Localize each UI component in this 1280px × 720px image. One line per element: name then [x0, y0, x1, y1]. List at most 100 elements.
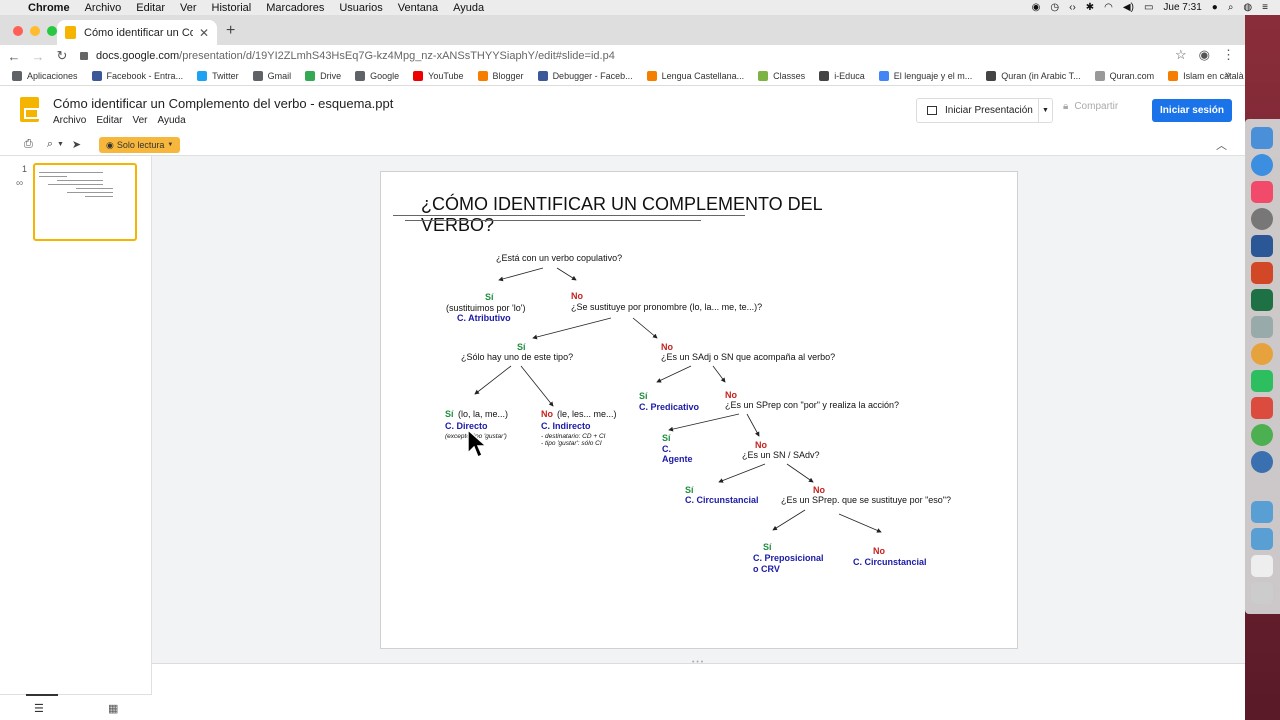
notification-center-icon[interactable]: ≡ — [1262, 2, 1268, 13]
bookmarks-overflow-icon[interactable]: » — [1225, 69, 1231, 81]
doc-menu-archivo[interactable]: Archivo — [53, 115, 86, 126]
document-title[interactable]: Cómo identificar un Complemento del verb… — [53, 96, 393, 111]
photos-icon[interactable] — [1251, 343, 1273, 365]
maximize-window-button[interactable] — [47, 26, 57, 36]
address-bar[interactable]: docs.google.com/presentation/d/19YI2ZLmh… — [80, 46, 1200, 66]
menu-editar[interactable]: Editar — [136, 2, 165, 14]
read-only-badge[interactable]: ◉ Solo lectura ▼ — [99, 137, 181, 153]
evernote-icon[interactable] — [1251, 370, 1273, 392]
bookmark-item[interactable]: Islam en català — [1168, 71, 1244, 81]
bookmark-item[interactable]: Facebook - Entra... — [91, 71, 184, 81]
preview-icon[interactable] — [1251, 316, 1273, 338]
bookmark-item[interactable]: Drive — [305, 71, 341, 81]
more-menu-icon[interactable]: ⋮ — [1222, 47, 1235, 63]
bookmark-item[interactable]: Classes — [758, 71, 805, 81]
macos-menu-bar: Chrome Archivo Editar Ver Historial Marc… — [0, 0, 1280, 15]
bookmark-item[interactable]: Quran (in Arabic T... — [986, 71, 1081, 81]
quicktime-icon[interactable] — [1251, 451, 1273, 473]
document-menu: Archivo Editar Ver Ayuda — [53, 115, 186, 126]
clock[interactable]: Jue 7:31 — [1163, 2, 1201, 13]
minimize-window-button[interactable] — [30, 26, 40, 36]
profile-icon[interactable]: ◉ — [1199, 47, 1210, 63]
slides-logo-icon[interactable] — [20, 97, 39, 122]
code-icon[interactable]: ‹› — [1069, 2, 1076, 13]
reload-icon[interactable]: ↻ — [52, 48, 72, 64]
zoom-dropdown-icon[interactable]: ▼ — [57, 141, 64, 148]
slide-thumbnail[interactable] — [33, 163, 137, 241]
menu-ventana[interactable]: Ventana — [398, 2, 438, 14]
arrow — [474, 365, 512, 395]
bookmark-label: Facebook - Entra... — [106, 71, 184, 81]
excel-icon[interactable] — [1251, 289, 1273, 311]
grid-view-icon[interactable]: ▦ — [108, 702, 118, 715]
wifi-icon[interactable]: ◠ — [1104, 2, 1113, 13]
bookmark-item[interactable]: YouTube — [413, 71, 464, 81]
record-icon[interactable]: ◉ — [1032, 2, 1041, 13]
applications-folder-icon[interactable] — [1251, 501, 1273, 523]
filmstrip-view-icon[interactable]: ☰ — [26, 694, 58, 715]
bluetooth-icon[interactable]: ✱ — [1086, 2, 1094, 13]
finder-icon[interactable] — [1251, 127, 1273, 149]
volume-icon[interactable]: ◀) — [1123, 2, 1134, 13]
bookmark-item[interactable]: Lengua Castellana... — [646, 71, 744, 81]
browser-tab[interactable]: Cómo identificar un Compleme ✕ — [57, 20, 217, 45]
doc-menu-editar[interactable]: Editar — [96, 115, 122, 126]
close-window-button[interactable] — [13, 26, 23, 36]
bookmark-item[interactable]: Google — [355, 71, 399, 81]
zoom-icon[interactable]: ⌕ — [47, 138, 53, 151]
bookmark-item[interactable]: Aplicaciones — [12, 71, 78, 81]
collapse-icon[interactable]: ︿ — [1216, 137, 1227, 153]
select-cursor-icon[interactable]: ➤ — [72, 138, 81, 151]
bookmark-favicon-icon — [413, 71, 424, 81]
menu-archivo[interactable]: Archivo — [85, 2, 122, 14]
bookmark-item[interactable]: Quran.com — [1094, 71, 1154, 81]
print-icon[interactable]: ⎙ — [24, 138, 33, 151]
menu-ver[interactable]: Ver — [180, 2, 197, 14]
bookmark-item[interactable]: Gmail — [252, 71, 291, 81]
music-icon[interactable] — [1251, 181, 1273, 203]
bookmark-item[interactable]: Twitter — [197, 71, 239, 81]
share-button[interactable]: 🔒︎ Compartir — [1063, 101, 1118, 112]
resize-grip-icon[interactable]: • • • — [692, 659, 703, 666]
answer-si: Sí — [517, 342, 526, 352]
bookmark-label: Quran (in Arabic T... — [1001, 71, 1081, 81]
spotlight-icon[interactable]: ⌕ — [1228, 2, 1234, 13]
slide[interactable]: ¿CÓMO IDENTIFICAR UN COMPLEMENTO DEL VER… — [380, 171, 1018, 649]
sign-in-button[interactable]: Iniciar sesión — [1152, 99, 1232, 122]
present-dropdown-icon[interactable]: ▼ — [1038, 99, 1052, 122]
time-machine-icon[interactable]: ◷ — [1050, 2, 1059, 13]
menu-usuarios[interactable]: Usuarios — [339, 2, 382, 14]
tab-close-icon[interactable]: ✕ — [199, 26, 209, 40]
lock-icon[interactable] — [80, 52, 88, 60]
bookmark-item[interactable]: Blogger — [477, 71, 524, 81]
safari-icon[interactable] — [1251, 154, 1273, 176]
bookmark-favicon-icon — [305, 71, 316, 81]
menu-historial[interactable]: Historial — [212, 2, 252, 14]
word-icon[interactable] — [1251, 235, 1273, 257]
menu-app-name[interactable]: Chrome — [28, 2, 70, 14]
siri-icon[interactable]: ◍ — [1243, 2, 1252, 13]
bookmark-item[interactable]: i-Educa — [819, 71, 865, 81]
trash-icon[interactable] — [1251, 582, 1273, 604]
system-preferences-icon[interactable] — [1251, 208, 1273, 230]
forward-icon[interactable]: → — [28, 49, 48, 64]
question-copulativo: ¿Está con un verbo copulativo? — [496, 253, 622, 263]
bookmark-star-icon[interactable]: ☆ — [1175, 47, 1187, 63]
chrome-icon[interactable] — [1251, 424, 1273, 446]
menu-ayuda[interactable]: Ayuda — [453, 2, 484, 14]
bookmark-item[interactable]: El lenguaje y el m... — [878, 71, 972, 81]
new-tab-icon[interactable]: + — [226, 22, 235, 40]
user-icon[interactable]: ● — [1212, 2, 1218, 13]
bookmark-item[interactable]: Debugger - Faceb... — [537, 71, 633, 81]
menu-marcadores[interactable]: Marcadores — [266, 2, 324, 14]
back-icon[interactable]: ← — [4, 49, 24, 64]
speaker-notes[interactable]: • • • — [152, 659, 1245, 720]
powerpoint-icon[interactable] — [1251, 262, 1273, 284]
keyboard-icon[interactable]: ▭ — [1144, 2, 1153, 13]
present-button[interactable]: Iniciar Presentación ▼ — [916, 98, 1053, 123]
doc-menu-ver[interactable]: Ver — [132, 115, 147, 126]
downloads-folder-icon[interactable] — [1251, 528, 1273, 550]
doc-menu-ayuda[interactable]: Ayuda — [158, 115, 186, 126]
todoist-icon[interactable] — [1251, 397, 1273, 419]
document-icon[interactable] — [1251, 555, 1273, 577]
